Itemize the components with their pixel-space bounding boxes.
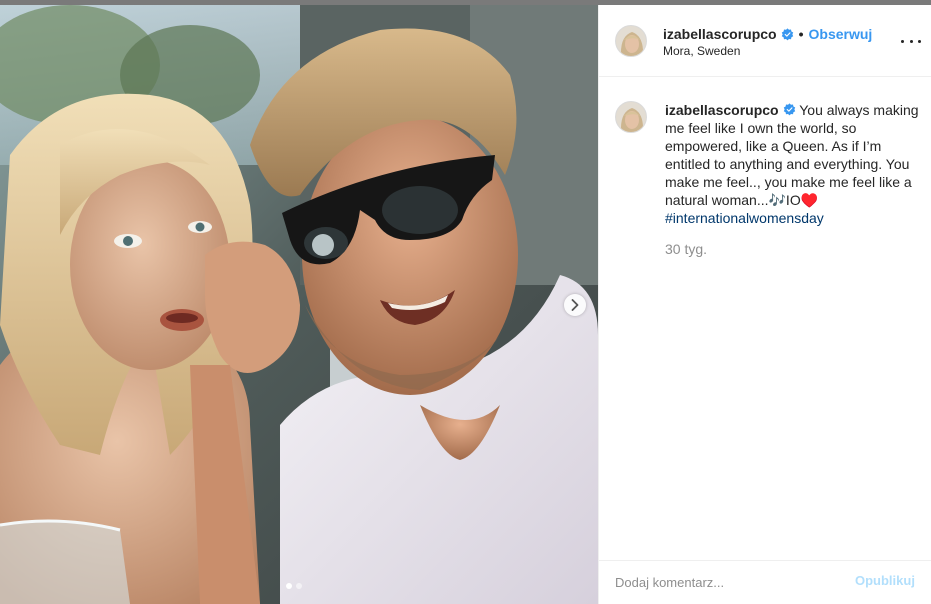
header-user-line: izabellascorupco • Obserwuj xyxy=(663,26,872,42)
header-username[interactable]: izabellascorupco xyxy=(663,26,777,42)
post-header: izabellascorupco • Obserwuj Mora, Sweden xyxy=(599,5,931,77)
verified-badge-icon xyxy=(781,27,793,40)
caption-avatar[interactable] xyxy=(615,101,647,133)
carousel-dot-2 xyxy=(296,583,302,589)
more-options-button[interactable] xyxy=(901,33,921,49)
comment-bar: Opublikuj xyxy=(599,560,931,604)
caption-section: izabellascorupco You always making me fe… xyxy=(599,77,931,257)
caption-text: izabellascorupco You always making me fe… xyxy=(665,101,923,227)
more-horizontal-icon-dot xyxy=(918,39,921,43)
avatar-image xyxy=(616,26,646,56)
carousel-next-button[interactable] xyxy=(564,294,586,316)
instagram-post: izabellascorupco • Obserwuj Mora, Sweden xyxy=(0,5,931,604)
post-timestamp[interactable]: 30 tyg. xyxy=(665,241,916,257)
post-comment-button[interactable]: Opublikuj xyxy=(855,573,915,588)
post-side-panel: izabellascorupco • Obserwuj Mora, Sweden xyxy=(598,5,931,604)
header-separator: • xyxy=(798,26,804,42)
verified-badge-icon xyxy=(783,103,795,116)
caption-username[interactable]: izabellascorupco xyxy=(665,102,779,118)
avatar-image xyxy=(616,102,646,132)
comment-input[interactable] xyxy=(615,572,835,592)
post-photo[interactable] xyxy=(0,5,598,604)
follow-button[interactable]: Obserwuj xyxy=(809,26,873,42)
caption-hashtag[interactable]: #internationalwomensday xyxy=(665,210,824,226)
photo-image xyxy=(0,5,598,604)
carousel-indicator xyxy=(286,583,302,589)
more-horizontal-icon-dot xyxy=(909,39,913,43)
avatar[interactable] xyxy=(615,25,647,57)
more-horizontal-icon xyxy=(901,39,904,43)
chevron-right-icon xyxy=(571,299,579,311)
carousel-dot-1 xyxy=(286,583,292,589)
post-location[interactable]: Mora, Sweden xyxy=(663,44,740,58)
